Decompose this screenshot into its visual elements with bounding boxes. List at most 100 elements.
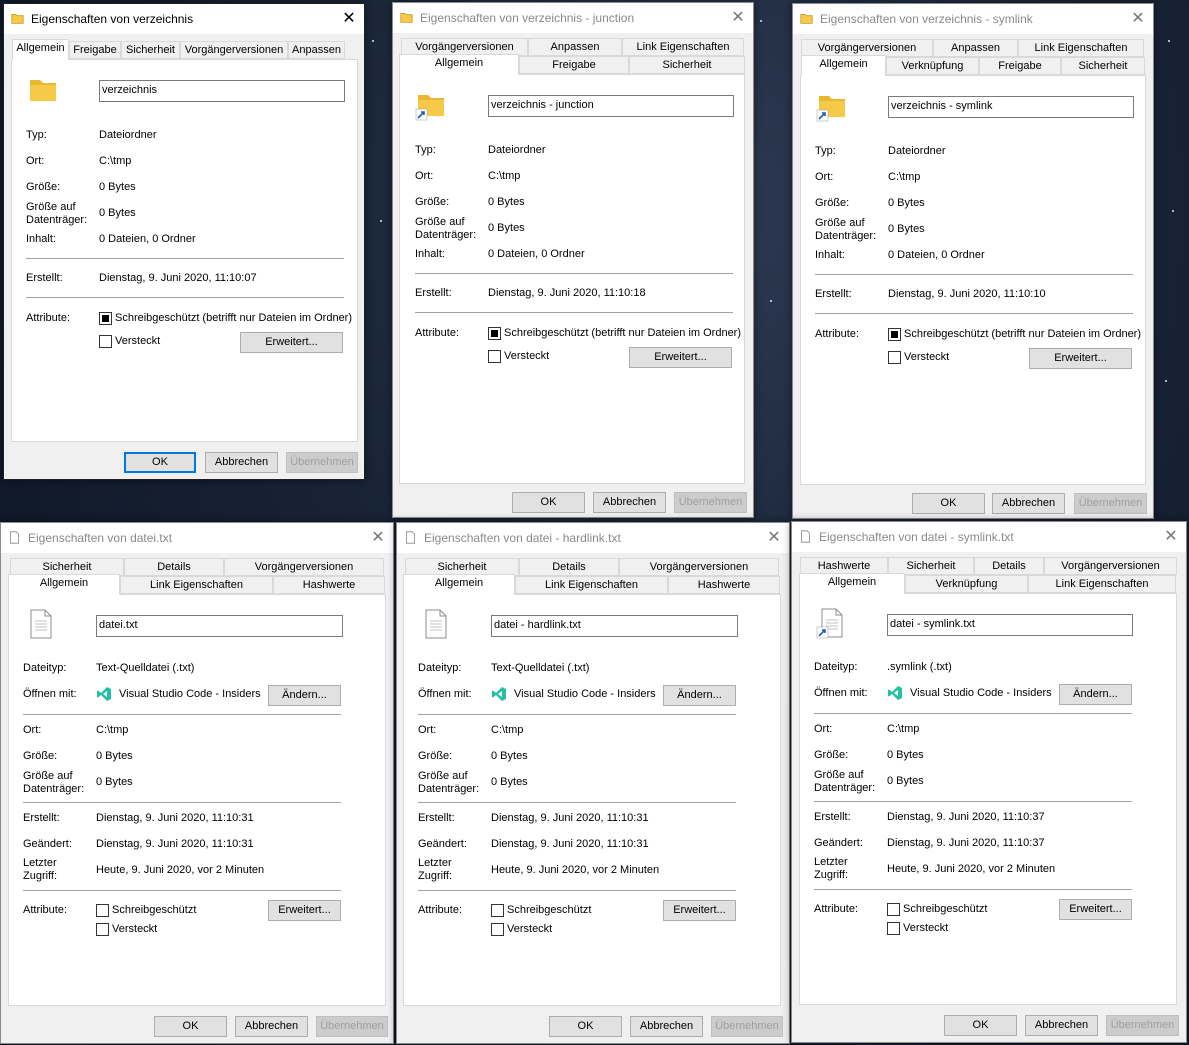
tab-allgemein[interactable]: Allgemein	[801, 55, 886, 76]
readonly-checkbox[interactable]	[96, 904, 109, 917]
name-field[interactable]: datei - symlink.txt	[887, 614, 1133, 636]
tab-details[interactable]: Details	[974, 557, 1044, 575]
apply-button[interactable]: Übernehmen	[674, 492, 747, 513]
hidden-checkbox[interactable]	[491, 923, 504, 936]
ok-button[interactable]: OK	[124, 452, 196, 473]
close-icon[interactable]: ✕	[723, 3, 753, 33]
tab-freigabe[interactable]: Freigabe	[519, 56, 629, 74]
tab-hashwerte[interactable]: Hashwerte	[273, 576, 385, 594]
ok-button[interactable]: OK	[549, 1016, 622, 1037]
readonly-checkbox[interactable]	[887, 903, 900, 916]
cancel-button[interactable]: Abbrechen	[630, 1016, 703, 1037]
tab-link-eigenschaften[interactable]: Link Eigenschaften	[622, 38, 744, 56]
change-app-button[interactable]: Ändern...	[663, 685, 736, 706]
readonly-checkbox[interactable]	[488, 327, 501, 340]
cancel-button[interactable]: Abbrechen	[992, 493, 1065, 514]
close-icon[interactable]: ✕	[1123, 4, 1153, 34]
tab-hashwerte[interactable]: Hashwerte	[668, 576, 780, 594]
cancel-button[interactable]: Abbrechen	[205, 452, 278, 473]
readonly-label: Schreibgeschützt	[112, 904, 197, 916]
tab-link-eigenschaften[interactable]: Link Eigenschaften	[1028, 575, 1176, 593]
change-app-button[interactable]: Ändern...	[1059, 684, 1132, 705]
label-groesse-datentraeger: Größe auf	[415, 216, 465, 228]
advanced-button[interactable]: Erweitert...	[1059, 899, 1132, 920]
readonly-checkbox[interactable]	[888, 328, 901, 341]
change-app-button[interactable]: Ändern...	[268, 685, 341, 706]
tab-allgemein[interactable]: Allgemein	[12, 39, 69, 60]
advanced-button[interactable]: Erweitert...	[240, 332, 343, 353]
tab-anpassen[interactable]: Anpassen	[528, 38, 622, 56]
title-bar[interactable]: Eigenschaften von datei.txt ✕	[1, 523, 393, 553]
close-icon[interactable]: ✕	[759, 523, 789, 553]
tab-vorgaengerversionen[interactable]: Vorgängerversionen	[619, 558, 779, 576]
tab-sicherheit[interactable]: Sicherheit	[629, 56, 745, 74]
title-bar[interactable]: Eigenschaften von datei - hardlink.txt ✕	[397, 523, 789, 553]
advanced-button[interactable]: Erweitert...	[1029, 348, 1132, 369]
tab-vorgaengerversionen[interactable]: Vorgängerversionen	[224, 558, 384, 576]
hidden-checkbox[interactable]	[99, 335, 112, 348]
advanced-button[interactable]: Erweitert...	[663, 900, 736, 921]
hidden-checkbox[interactable]	[888, 351, 901, 364]
name-field[interactable]: datei - hardlink.txt	[491, 615, 738, 637]
tab-freigabe[interactable]: Freigabe	[979, 57, 1061, 75]
tab-panel: verzeichnis - junction Typ: Dateiordner …	[399, 74, 745, 484]
tab-sicherheit[interactable]: Sicherheit	[121, 41, 180, 59]
readonly-checkbox[interactable]	[99, 312, 112, 325]
tab-anpassen[interactable]: Anpassen	[933, 39, 1018, 57]
name-field[interactable]: verzeichnis	[99, 80, 345, 102]
separator	[418, 714, 736, 715]
tab-sicherheit[interactable]: Sicherheit	[1061, 57, 1145, 75]
cancel-button[interactable]: Abbrechen	[235, 1016, 308, 1037]
hidden-checkbox[interactable]	[488, 350, 501, 363]
tab-details[interactable]: Details	[519, 558, 619, 576]
tab-verknuepfung[interactable]: Verknüpfung	[886, 57, 979, 75]
tab-anpassen[interactable]: Anpassen	[288, 41, 345, 59]
value-typ: Dateiordner	[888, 145, 946, 157]
tab-allgemein[interactable]: Allgemein	[399, 54, 519, 75]
label-groesse-datentraeger: Größe auf	[814, 769, 864, 781]
close-icon[interactable]: ✕	[363, 523, 393, 553]
tab-link-eigenschaften[interactable]: Link Eigenschaften	[1018, 39, 1144, 57]
title-bar[interactable]: Eigenschaften von verzeichnis ✕	[4, 4, 364, 34]
cancel-button[interactable]: Abbrechen	[593, 492, 666, 513]
hidden-label: Versteckt	[504, 350, 550, 362]
tab-verknuepfung[interactable]: Verknüpfung	[905, 575, 1028, 593]
hidden-checkbox[interactable]	[887, 922, 900, 935]
star	[1172, 210, 1174, 212]
name-field[interactable]: verzeichnis - symlink	[888, 96, 1134, 118]
ok-button[interactable]: OK	[154, 1016, 227, 1037]
tab-allgemein[interactable]: Allgemein	[799, 573, 905, 594]
close-icon[interactable]: ✕	[1156, 522, 1186, 552]
apply-button[interactable]: Übernehmen	[286, 452, 358, 473]
hidden-checkbox[interactable]	[96, 923, 109, 936]
ok-button[interactable]: OK	[512, 492, 585, 513]
advanced-button[interactable]: Erweitert...	[629, 347, 732, 368]
ok-button[interactable]: OK	[912, 493, 985, 514]
advanced-button[interactable]: Erweitert...	[268, 900, 341, 921]
tab-freigabe[interactable]: Freigabe	[69, 41, 121, 59]
tab-link-eigenschaften[interactable]: Link Eigenschaften	[120, 576, 273, 594]
close-icon[interactable]: ✕	[334, 4, 364, 34]
value-letzter-zugriff: Heute, 9. Juni 2020, vor 2 Minuten	[96, 864, 265, 876]
tab-vorgaengerversionen[interactable]: Vorgängerversionen	[180, 41, 288, 59]
apply-button[interactable]: Übernehmen	[1074, 493, 1147, 514]
tab-vorgaengerversionen[interactable]: Vorgängerversionen	[1044, 557, 1177, 575]
apply-button[interactable]: Übernehmen	[316, 1016, 388, 1037]
ok-button[interactable]: OK	[944, 1015, 1017, 1036]
tab-link-eigenschaften[interactable]: Link Eigenschaften	[515, 576, 668, 594]
title-bar[interactable]: Eigenschaften von verzeichnis - junction…	[393, 3, 753, 33]
tab-details[interactable]: Details	[124, 558, 224, 576]
cancel-button[interactable]: Abbrechen	[1025, 1015, 1098, 1036]
tab-allgemein[interactable]: Allgemein	[403, 574, 515, 595]
value-typ: Dateiordner	[99, 129, 157, 141]
window-title: Eigenschaften von verzeichnis - symlink	[820, 12, 1033, 26]
title-bar[interactable]: Eigenschaften von datei - symlink.txt ✕	[792, 522, 1186, 552]
apply-button[interactable]: Übernehmen	[1106, 1015, 1179, 1036]
value-groesse-datentraeger: 0 Bytes	[887, 775, 924, 787]
name-field[interactable]: datei.txt	[96, 615, 343, 637]
name-field[interactable]: verzeichnis - junction	[488, 95, 734, 117]
apply-button[interactable]: Übernehmen	[711, 1016, 783, 1037]
title-bar[interactable]: Eigenschaften von verzeichnis - symlink …	[793, 4, 1153, 34]
readonly-checkbox[interactable]	[491, 904, 504, 917]
tab-allgemein[interactable]: Allgemein	[8, 574, 120, 595]
